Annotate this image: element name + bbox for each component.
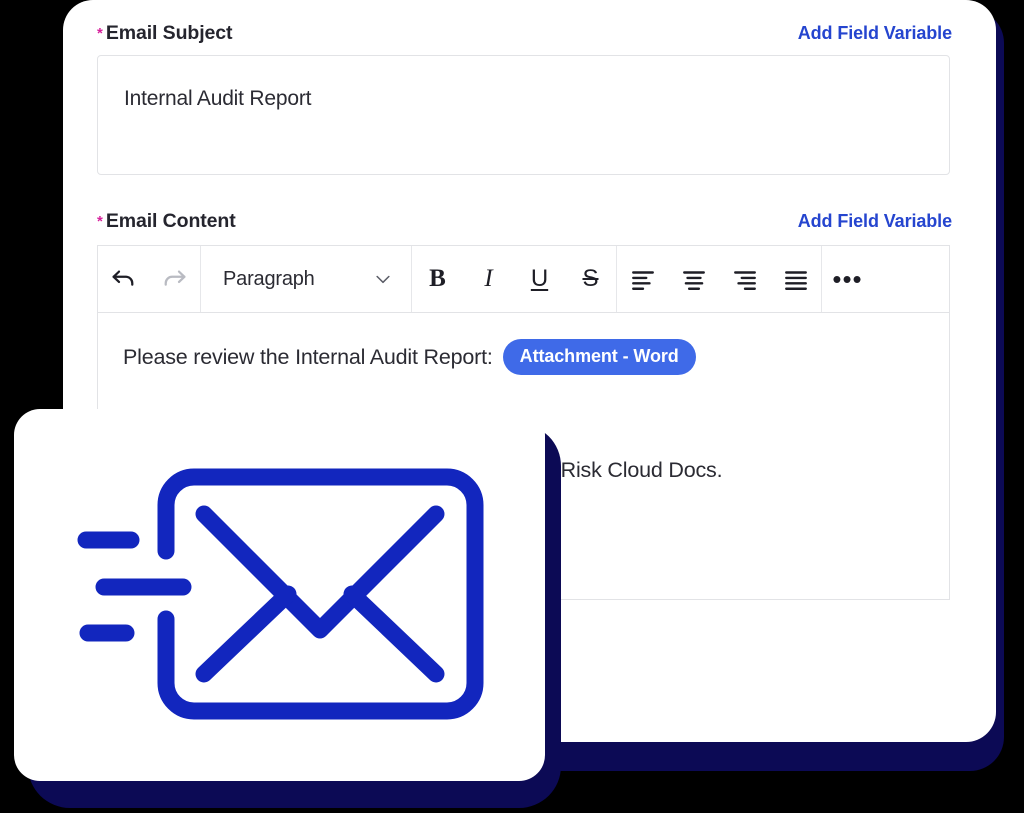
italic-button[interactable]: I	[463, 246, 514, 312]
editor-toolbar: Paragraph B I U S •••	[97, 245, 950, 312]
underline-label: U	[530, 265, 549, 292]
align-left-button[interactable]	[617, 246, 668, 312]
undo-arrow-icon	[112, 270, 134, 286]
toolbar-group-alignment	[617, 246, 822, 312]
email-content-label: Email Content	[105, 210, 236, 232]
underline-button[interactable]: U	[514, 246, 565, 312]
bold-label: B	[429, 265, 446, 292]
email-icon-overlay-card	[14, 409, 545, 781]
redo-arrow-icon	[164, 270, 186, 286]
align-justify-icon	[784, 271, 807, 290]
more-horizontal-icon: •••	[832, 263, 863, 294]
required-asterisk-content: *	[97, 213, 103, 230]
add-field-variable-link-subject[interactable]: Add Field Variable	[798, 23, 952, 44]
align-left-icon	[631, 271, 654, 290]
attachment-variable-chip[interactable]: Attachment - Word	[502, 339, 696, 375]
strikethrough-label: S	[582, 265, 599, 292]
add-field-variable-link-content[interactable]: Add Field Variable	[798, 211, 952, 232]
undo-button[interactable]	[98, 246, 149, 312]
email-subject-label-row: * Email Subject Add Field Variable	[97, 22, 952, 45]
paragraph-style-value: Paragraph	[223, 267, 315, 290]
paragraph-style-select[interactable]: Paragraph	[201, 246, 411, 312]
italic-label: I	[484, 265, 493, 292]
email-subject-label: Email Subject	[105, 22, 233, 44]
required-asterisk-subject: *	[97, 25, 103, 42]
email-subject-input[interactable]: Internal Audit Report	[97, 55, 950, 175]
more-options-button[interactable]: •••	[822, 246, 873, 312]
bold-button[interactable]: B	[412, 246, 463, 312]
email-content-label-row: * Email Content Add Field Variable	[97, 210, 952, 233]
strikethrough-button[interactable]: S	[565, 246, 616, 312]
align-right-icon	[733, 271, 756, 290]
email-content-label-group: * Email Content	[97, 210, 236, 233]
align-right-button[interactable]	[719, 246, 770, 312]
toolbar-group-text-style: B I U S	[412, 246, 617, 312]
email-subject-value: Internal Audit Report	[124, 87, 312, 110]
toolbar-group-overflow: •••	[822, 246, 873, 312]
screenshot-stage: * Email Subject Add Field Variable Intern…	[0, 0, 1024, 813]
align-center-button[interactable]	[668, 246, 719, 312]
chevron-down-icon	[376, 275, 390, 284]
toolbar-group-block-format: Paragraph	[201, 246, 412, 312]
editor-paragraph-1: Please review the Internal Audit Report:…	[123, 339, 696, 375]
align-justify-button[interactable]	[770, 246, 821, 312]
toolbar-group-history	[98, 246, 201, 312]
sent-mail-envelope-icon	[77, 468, 484, 720]
editor-line1-text: Please review the Internal Audit Report:	[123, 344, 493, 369]
redo-button[interactable]	[149, 246, 200, 312]
email-subject-label-group: * Email Subject	[97, 22, 233, 45]
align-center-icon	[682, 271, 705, 290]
